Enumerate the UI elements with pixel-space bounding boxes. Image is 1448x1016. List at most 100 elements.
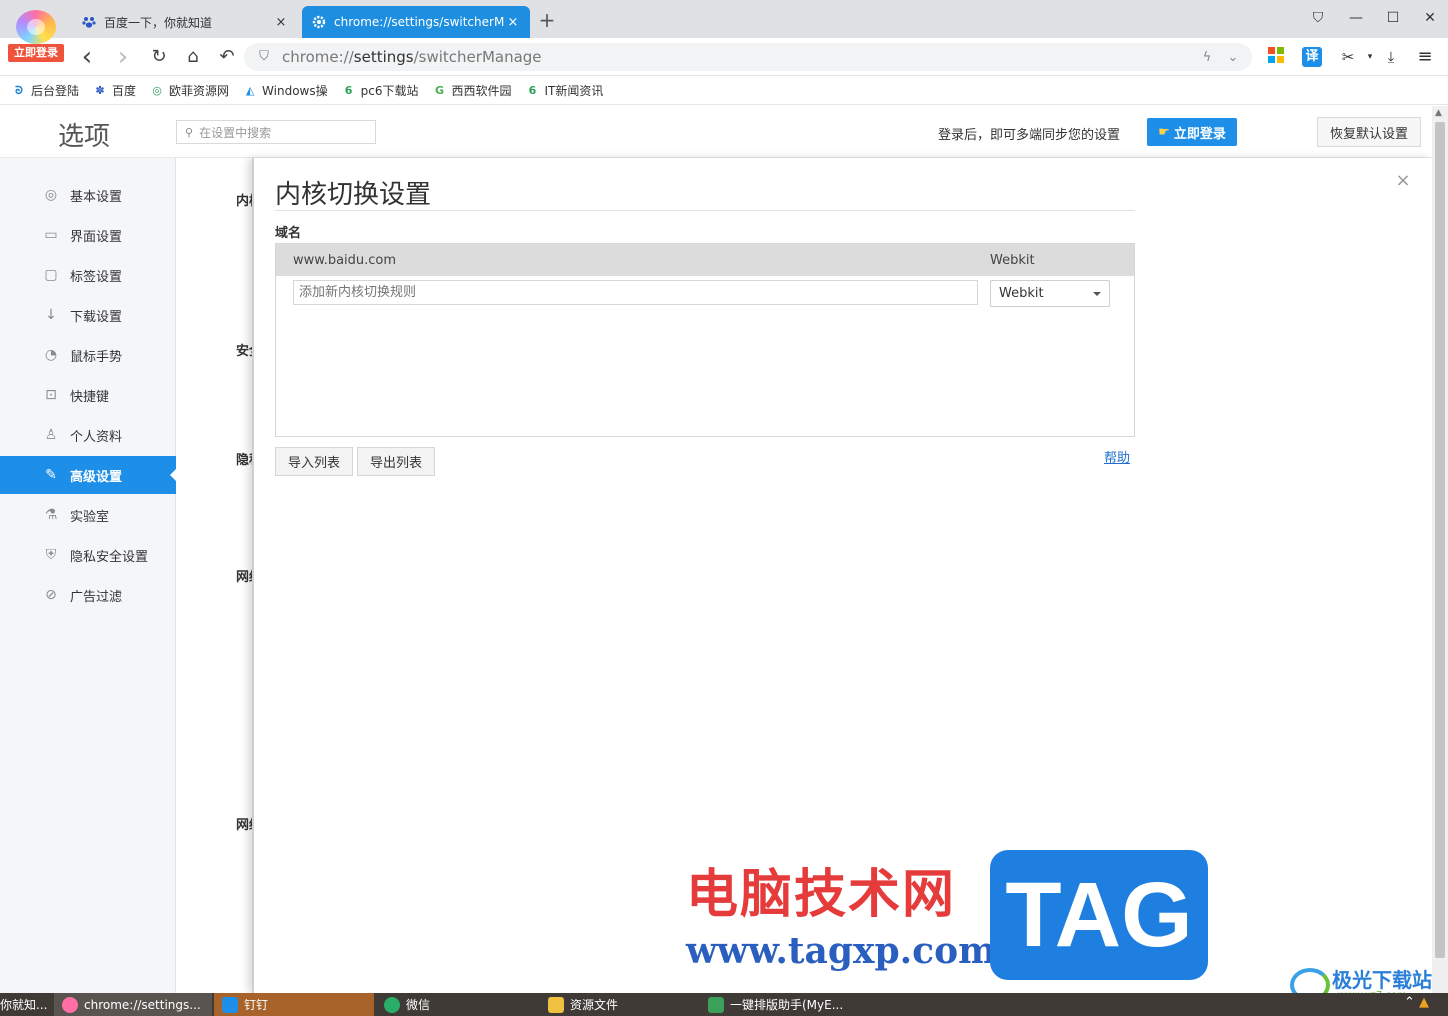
bookmark-item[interactable]: G 西西软件园 xyxy=(432,82,512,99)
dingtalk-icon xyxy=(222,996,238,1013)
windows-icon: ◭ xyxy=(245,83,255,97)
taskbar-item[interactable]: chrome://settings... xyxy=(54,993,212,1016)
sidebar-item-interface[interactable]: ▭ 界面设置 xyxy=(0,216,176,254)
lightning-icon[interactable]: ϟ xyxy=(1198,50,1216,65)
import-list-button[interactable]: 导入列表 xyxy=(275,447,353,476)
translate-icon[interactable]: 译 xyxy=(1302,47,1322,67)
block-icon: ⊘ xyxy=(45,587,57,603)
sidebar-item-download[interactable]: ↓ 下载设置 xyxy=(0,296,176,334)
watermark-text: 电脑技术网 xyxy=(686,865,957,925)
sidebar-item-lab[interactable]: ⚗ 实验室 xyxy=(0,496,176,534)
notification-icon[interactable]: ▲ xyxy=(1419,995,1429,1010)
browser-toolbar: ‹ › ↻ ⌂ ↶ ⛉ chrome://settings/switcherMa… xyxy=(0,38,1448,76)
address-url[interactable]: chrome://settings/switcherManage xyxy=(282,48,1198,66)
bookmark-item[interactable]: ◎ 欧菲资源网 xyxy=(150,82,229,99)
taskbar-item[interactable]: 钉钉 xyxy=(214,993,374,1016)
login-button[interactable]: ☛ 立即登录 xyxy=(1147,118,1237,146)
close-window-button[interactable]: ✕ xyxy=(1420,8,1440,28)
apps-grid-icon[interactable] xyxy=(1266,47,1286,67)
shield-icon: ⛉ xyxy=(259,49,269,64)
table-row[interactable]: www.baidu.com Webkit xyxy=(276,244,1134,276)
shield-icon: ⛨ xyxy=(45,547,57,563)
tab-label: chrome://settings/switcherM xyxy=(334,15,505,29)
menu-icon[interactable]: ≡ xyxy=(1415,47,1435,67)
login-button-label: 立即登录 xyxy=(1173,126,1226,142)
circle-target-icon: ◎ xyxy=(44,187,58,203)
taskbar-item[interactable]: 一键排版助手(MyE... xyxy=(700,993,870,1016)
keyboard-icon: ⊡ xyxy=(45,387,57,403)
taskbar-item-label: 你就知... xyxy=(0,998,48,1012)
taskbar-item[interactable]: 资源文件 xyxy=(540,993,700,1016)
baidu-icon: ✽ xyxy=(95,83,105,97)
sidebar-item-shortcuts[interactable]: ⊡ 快捷键 xyxy=(0,376,176,414)
sidebar-item-advanced[interactable]: ✎ 高级设置 xyxy=(0,456,177,494)
scroll-up-icon[interactable]: ▲ xyxy=(1435,108,1442,118)
watermark-url: www.tagxp.com xyxy=(686,930,997,972)
xz7-name: 极光下载站 xyxy=(1332,968,1432,992)
settings-search-input[interactable]: ⚲ 在设置中搜索 xyxy=(176,120,376,144)
xixi-icon: G xyxy=(434,83,444,97)
sidebar-item-mouse-gesture[interactable]: ◔ 鼠标手势 xyxy=(0,336,176,374)
bookmark-item[interactable]: 6 pc6下载站 xyxy=(342,82,419,99)
tab-close-icon[interactable]: × xyxy=(506,15,520,30)
download-icon[interactable]: ⤓ xyxy=(1381,47,1401,67)
undo-close-icon[interactable]: ↶ xyxy=(216,46,238,68)
kernel-select[interactable]: Webkit xyxy=(990,280,1110,307)
chevron-down-icon[interactable]: ▾ xyxy=(1360,47,1380,67)
minimize-button[interactable]: — xyxy=(1346,8,1366,28)
browser-logo[interactable]: 立即登录 xyxy=(8,6,64,64)
bookmark-item[interactable]: ✽ 百度 xyxy=(93,82,136,99)
ofei-icon: ◎ xyxy=(152,83,162,97)
sidebar-item-tabs[interactable]: ▢ 标签设置 xyxy=(0,256,176,294)
taskbar-item[interactable]: 微信 xyxy=(376,993,536,1016)
browser-icon xyxy=(62,996,78,1013)
kernel-switch-dialog: 内核切换设置 × 域名 www.baidu.com Webkit Webkit … xyxy=(252,158,1432,993)
chevron-down-icon[interactable]: ⌄ xyxy=(1226,50,1240,65)
reload-icon[interactable]: ↻ xyxy=(148,46,170,68)
sidebar-item-profile[interactable]: ♙ 个人资料 xyxy=(0,416,176,454)
restore-defaults-button[interactable]: 恢复默认设置 xyxy=(1317,117,1421,147)
sidebar-item-label: 隐私安全设置 xyxy=(70,549,149,565)
scissors-icon[interactable]: ✂ xyxy=(1338,47,1358,67)
back-icon[interactable]: ‹ xyxy=(76,44,98,70)
tab-close-icon[interactable]: × xyxy=(274,15,288,30)
taskbar-item-label: 一键排版助手(MyE... xyxy=(730,998,844,1012)
sidebar-item-label: 快捷键 xyxy=(70,389,110,405)
bookmark-item[interactable]: 6 IT新闻资讯 xyxy=(526,82,604,99)
close-icon[interactable]: × xyxy=(1392,170,1414,192)
sidebar-item-privacy[interactable]: ⛨ 隐私安全设置 xyxy=(0,536,176,574)
tray-icons[interactable]: ⌃ ▲ xyxy=(1404,995,1429,1010)
logo-login-badge[interactable]: 立即登录 xyxy=(8,44,64,62)
watermark-tag-logo: TAG xyxy=(990,850,1208,980)
skin-icon[interactable]: ⛉ xyxy=(1308,8,1328,28)
section-heading-network-2: 网络 xyxy=(236,818,252,833)
taskbar-item-label: 钉钉 xyxy=(244,998,269,1012)
tab-baidu[interactable]: 百度一下，你就知道 × xyxy=(72,6,298,38)
rule-domain: www.baidu.com xyxy=(293,253,397,268)
bookmark-item[interactable]: ◭ Windows操 xyxy=(243,82,328,99)
kernel-select-value: Webkit xyxy=(999,286,1044,301)
forward-icon[interactable]: › xyxy=(112,44,134,70)
new-tab-button[interactable]: + xyxy=(536,8,558,32)
myeditor-icon xyxy=(708,996,724,1013)
new-rule-input[interactable] xyxy=(293,280,978,305)
sidebar-item-label: 标签设置 xyxy=(70,269,123,285)
help-link[interactable]: 帮助 xyxy=(1104,447,1130,466)
export-list-button[interactable]: 导出列表 xyxy=(357,447,435,476)
rule-kernel: Webkit xyxy=(990,253,1035,268)
maximize-button[interactable]: ☐ xyxy=(1383,8,1403,28)
address-bar[interactable]: ⛉ chrome://settings/switcherManage ϟ ⌄ xyxy=(244,43,1252,71)
home-icon[interactable]: ⌂ xyxy=(182,46,204,68)
sidebar-item-basic[interactable]: ◎ 基本设置 xyxy=(0,176,176,214)
bookmark-item[interactable]: ᘐ 后台登陆 xyxy=(12,82,79,99)
taskbar-item[interactable]: 你就知... xyxy=(0,993,52,1016)
folder-icon xyxy=(548,996,564,1013)
settings-sidebar: ◎ 基本设置 ▭ 界面设置 ▢ 标签设置 ↓ 下载设置 ◔ 鼠标手势 ⊡ 快捷键 ♙ 个人资料… xyxy=(0,158,177,993)
page-scrollbar[interactable]: ▲ xyxy=(1432,106,1448,993)
chevron-up-icon[interactable]: ⌃ xyxy=(1404,995,1415,1010)
scroll-thumb[interactable] xyxy=(1435,122,1445,958)
sync-hint: 登录后，即可多端同步您的设置 xyxy=(938,128,1121,143)
link-icon: ᘐ xyxy=(15,83,23,97)
sidebar-item-adblock[interactable]: ⊘ 广告过滤 xyxy=(0,576,176,614)
tab-settings[interactable]: chrome://settings/switcherM × xyxy=(302,6,530,38)
